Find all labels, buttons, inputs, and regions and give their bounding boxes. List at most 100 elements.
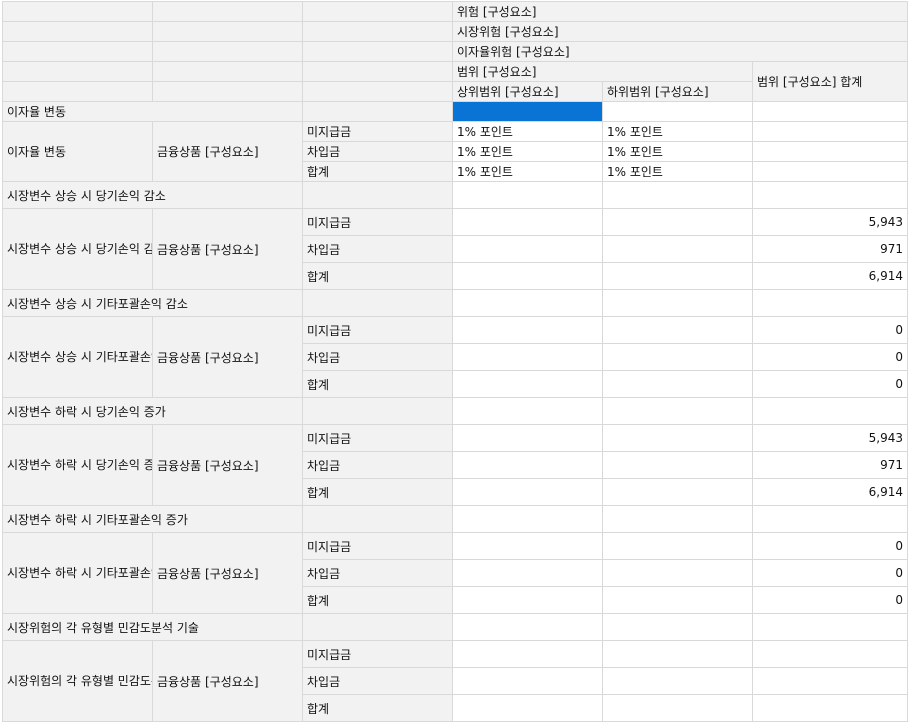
lower-range-value[interactable] [602,370,753,398]
member-label: 금융상품 [구성요소] [152,532,303,614]
upper-range-value[interactable] [452,208,603,236]
item-label: 미지급금 [302,532,453,560]
section-title-spacer [302,397,453,425]
value-cell[interactable] [751,613,909,641]
lower-range-value[interactable] [602,559,753,587]
value-cell[interactable] [452,397,603,425]
value-cell[interactable] [602,289,753,317]
lower-range-value[interactable] [602,424,753,452]
corner-cell [152,21,303,42]
header-market-risk: 시장위험 [구성요소] [451,21,909,42]
upper-range-value[interactable]: 1% 포인트 [452,161,603,182]
corner-cell [302,41,453,62]
value-cell[interactable] [602,505,753,533]
corner-cell [302,81,453,102]
lower-range-value[interactable]: 1% 포인트 [602,121,753,142]
range-total-value[interactable]: 0 [751,559,909,587]
value-cell[interactable] [602,101,753,122]
lower-range-value[interactable]: 1% 포인트 [602,161,753,182]
lower-range-value[interactable] [602,478,753,506]
range-total-value[interactable]: 5,943 [751,208,909,236]
value-cell[interactable] [602,613,753,641]
lower-range-value[interactable] [602,208,753,236]
range-total-value[interactable]: 0 [751,532,909,560]
range-total-value[interactable] [751,694,909,722]
range-total-value[interactable]: 0 [751,316,909,344]
upper-range-value[interactable] [452,451,603,479]
value-cell[interactable] [602,181,753,209]
value-cell[interactable] [452,505,603,533]
upper-range-value[interactable] [452,694,603,722]
range-total-value[interactable]: 971 [751,451,909,479]
upper-range-value[interactable] [452,316,603,344]
section-title-row: 시장변수 상승 시 기타포괄손익 감소 [2,289,909,317]
value-cell[interactable] [452,613,603,641]
lower-range-value[interactable] [602,451,753,479]
lower-range-value[interactable] [602,532,753,560]
item-label: 차입금 [302,667,453,695]
upper-range-value[interactable]: 1% 포인트 [452,121,603,142]
value-cell[interactable] [452,289,603,317]
member-label: 금융상품 [구성요소] [152,316,303,398]
upper-range-value[interactable] [452,478,603,506]
item-label: 미지급금 [302,208,453,236]
range-total-value[interactable]: 0 [751,343,909,371]
upper-range-value[interactable] [452,586,603,614]
row-label: 시장변수 하락 시 기타포괄손익 증가 [2,532,153,614]
value-cell[interactable] [452,181,603,209]
upper-range-value[interactable] [452,370,603,398]
selected-cell[interactable] [452,101,603,122]
range-total-value[interactable]: 0 [751,370,909,398]
lower-range-value[interactable] [602,343,753,371]
header-interest-risk: 이자율위험 [구성요소] [451,41,909,62]
row-label: 시장변수 상승 시 당기손익 감소 [2,208,153,290]
member-label: 금융상품 [구성요소] [152,208,303,290]
upper-range-value[interactable] [452,424,603,452]
section-title-row: 시장위험의 각 유형별 민감도분석 기술 [2,613,909,641]
range-total-value[interactable]: 971 [751,235,909,263]
value-cell[interactable] [751,289,909,317]
section-title-row: 이자율 변동 [2,101,909,122]
upper-range-value[interactable] [452,343,603,371]
member-label: 금융상품 [구성요소] [152,121,303,182]
range-total-value[interactable] [751,141,909,162]
section-title-row: 시장변수 하락 시 당기손익 증가 [2,397,909,425]
range-total-value[interactable]: 5,943 [751,424,909,452]
upper-range-value[interactable] [452,532,603,560]
item-label: 미지급금 [302,424,453,452]
range-total-value[interactable] [751,121,909,142]
value-cell[interactable] [751,505,909,533]
header-row-market-risk: 시장위험 [구성요소] [2,21,909,42]
corner-cell [152,61,303,82]
row-label: 이자율 변동 [2,121,153,182]
value-cell[interactable] [602,397,753,425]
lower-range-value[interactable] [602,235,753,263]
lower-range-value[interactable] [602,667,753,695]
lower-range-value[interactable] [602,694,753,722]
header-upper-range: 상위범위 [구성요소] [452,81,603,102]
corner-cell [2,81,153,102]
value-cell[interactable] [751,181,909,209]
lower-range-value[interactable] [602,640,753,668]
range-total-value[interactable] [751,161,909,182]
item-label: 합계 [302,478,453,506]
range-total-value[interactable]: 6,914 [751,262,909,290]
range-total-value[interactable] [751,640,909,668]
item-label: 합계 [302,370,453,398]
lower-range-value[interactable]: 1% 포인트 [602,141,753,162]
lower-range-value[interactable] [602,316,753,344]
range-total-value[interactable]: 6,914 [751,478,909,506]
upper-range-value[interactable] [452,559,603,587]
upper-range-value[interactable] [452,640,603,668]
range-total-value[interactable]: 0 [751,586,909,614]
value-cell[interactable] [751,397,909,425]
upper-range-value[interactable] [452,235,603,263]
range-total-value[interactable] [751,667,909,695]
item-label: 미지급금 [302,640,453,668]
lower-range-value[interactable] [602,262,753,290]
lower-range-value[interactable] [602,586,753,614]
upper-range-value[interactable] [452,262,603,290]
upper-range-value[interactable]: 1% 포인트 [452,141,603,162]
value-cell[interactable] [751,101,909,122]
upper-range-value[interactable] [452,667,603,695]
